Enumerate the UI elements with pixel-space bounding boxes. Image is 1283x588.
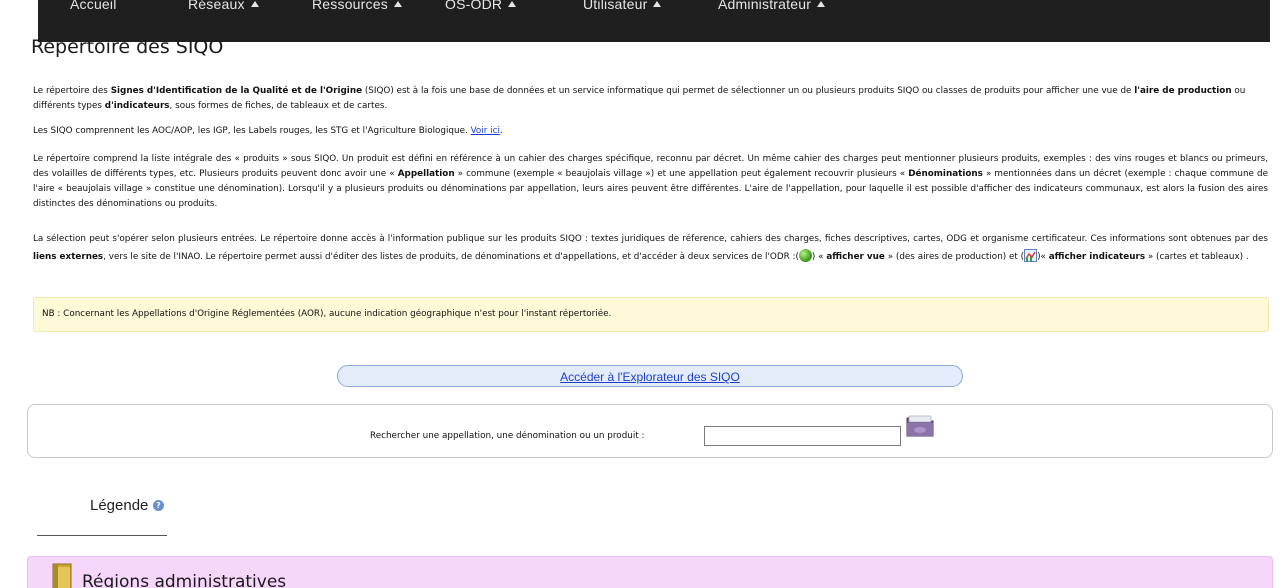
nav-item-label: Utilisateur [583, 0, 648, 12]
page-title: Répertoire des SIQO [31, 36, 224, 58]
nav-item-label: Réseaux [188, 0, 245, 12]
caret-up-icon [817, 1, 826, 7]
legend-divider [37, 535, 167, 536]
nav-item-reseaux[interactable]: Réseaux [188, 0, 259, 12]
explorer-button[interactable]: Accéder à l'Explorateur des SIQO [337, 365, 963, 387]
caret-up-icon [653, 1, 662, 7]
intro-paragraph-3: Le répertoire comprend la liste intégral… [33, 154, 1268, 209]
nav-item-label: Ressources [312, 0, 388, 12]
folder-icon [52, 563, 72, 588]
nav-item-label: OS-ODR [445, 0, 503, 12]
regions-label: Régions administratives [82, 572, 287, 588]
nav-item-administrateur[interactable]: Administrateur [718, 0, 826, 12]
nav-item-utilisateur[interactable]: Utilisateur [583, 0, 662, 12]
caret-up-icon [250, 1, 259, 7]
intro-paragraph-1: Le répertoire des Signes d'Identificatio… [33, 86, 1246, 111]
globe-icon [798, 249, 812, 262]
voir-ici-link[interactable]: Voir ici [471, 126, 500, 136]
nb-notice: NB : Concernant les Appellations d'Origi… [33, 297, 1269, 332]
search-input[interactable] [704, 426, 901, 446]
folder-search-icon[interactable] [905, 414, 935, 438]
nav-item-label: Accueil [70, 0, 117, 12]
nav-item-label: Administrateur [718, 0, 812, 12]
chart-icon [1024, 249, 1038, 262]
nav-item-os-odr[interactable]: OS-ODR [445, 0, 517, 12]
intro-paragraph-2: Les SIQO comprennent les AOC/AOP, les IG… [33, 126, 503, 136]
help-icon[interactable]: ? [153, 500, 164, 511]
legend-title[interactable]: Légende [90, 497, 148, 514]
caret-up-icon [393, 1, 402, 7]
search-label: Rechercher une appellation, une dénomina… [370, 431, 645, 441]
nav-item-ressources[interactable]: Ressources [312, 0, 402, 12]
search-panel [27, 404, 1273, 458]
explorer-link[interactable]: Accéder à l'Explorateur des SIQO [560, 370, 740, 384]
intro-paragraph-4: La sélection peut s'opérer selon plusieu… [33, 234, 1268, 262]
nav-item-accueil[interactable]: Accueil [70, 0, 117, 12]
caret-up-icon [508, 1, 517, 7]
